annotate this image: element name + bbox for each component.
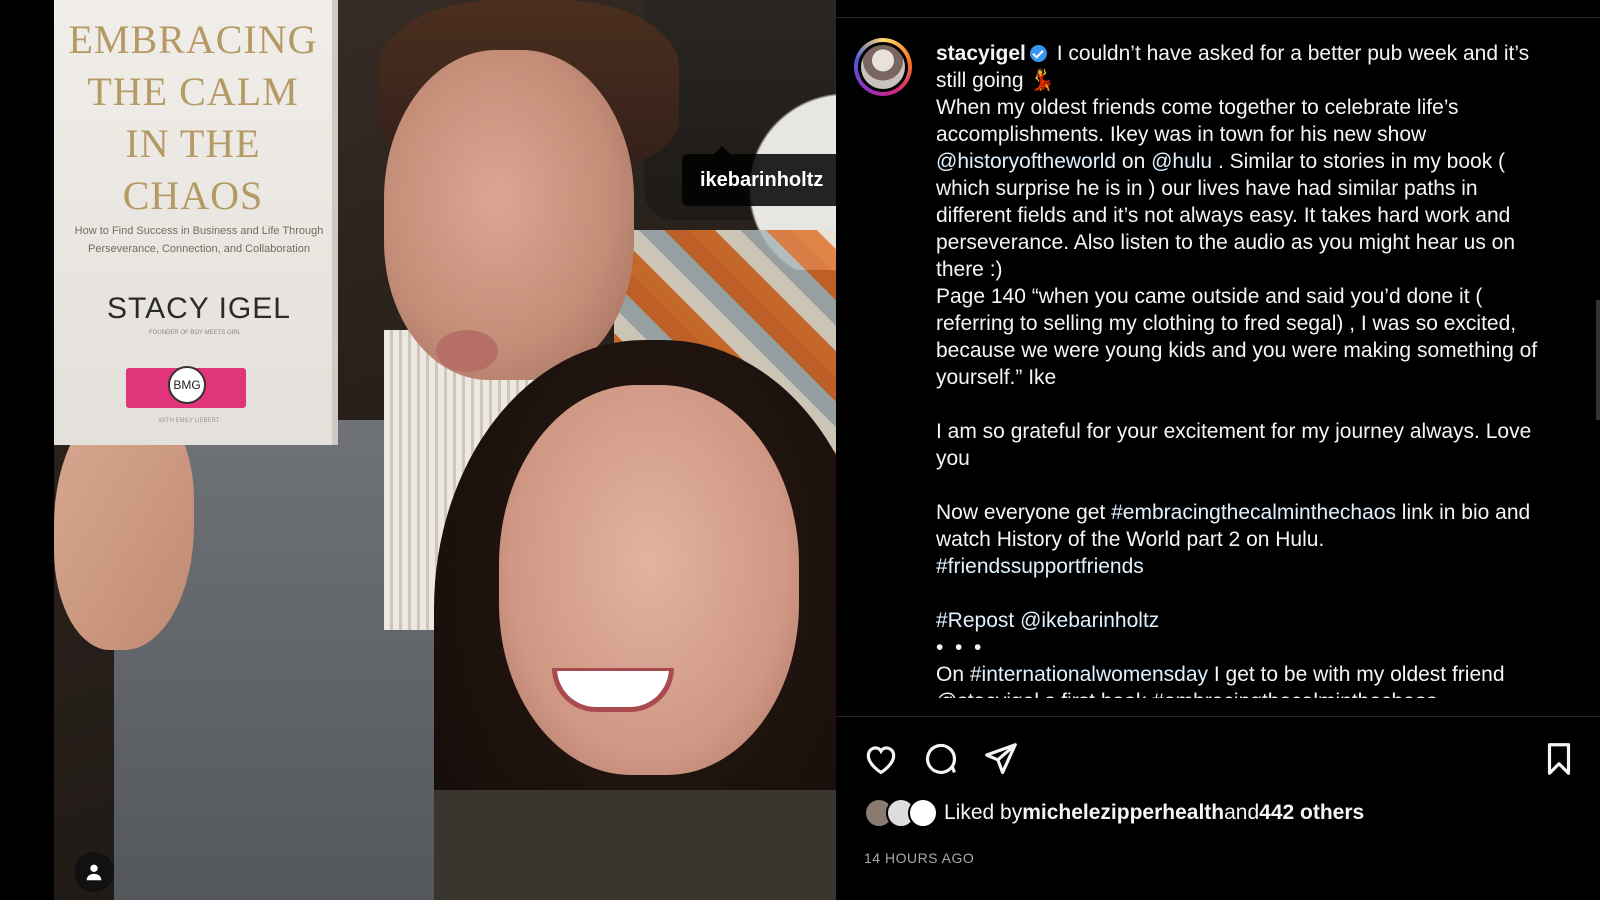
liker-username[interactable]: michelezipperhealth xyxy=(1022,801,1224,825)
caption-text: on xyxy=(1116,150,1152,173)
caption-text: I am so grateful for your excitement for… xyxy=(936,420,1538,470)
likes-others-link[interactable]: 442 others xyxy=(1259,801,1364,825)
heart-icon xyxy=(866,746,896,775)
hashtag-link[interactable]: #Repost xyxy=(936,609,1014,632)
user-tag-button[interactable] xyxy=(74,852,114,892)
caption-text: On xyxy=(936,663,970,686)
mention-link[interactable]: @hulu xyxy=(1151,150,1212,173)
woman-face xyxy=(499,385,799,775)
hashtag-link[interactable]: #embracingthecalminthechaos xyxy=(1111,501,1396,524)
woman-top xyxy=(434,790,836,900)
like-button[interactable] xyxy=(862,740,902,780)
mention-link[interactable]: @historyoftheworld xyxy=(936,150,1116,173)
mention-link[interactable]: @ikebarinholtz xyxy=(1020,609,1159,632)
caption-dots: • • • xyxy=(936,636,982,659)
actions-divider xyxy=(836,716,1600,717)
caption-text: Now everyone get xyxy=(936,501,1112,524)
post-side-panel: stacyigel I couldn’t have asked for a be… xyxy=(836,0,1600,900)
save-button[interactable] xyxy=(1540,740,1580,780)
caption-scroll-area[interactable]: stacyigel I couldn’t have asked for a be… xyxy=(936,40,1556,698)
post-caption: stacyigel I couldn’t have asked for a be… xyxy=(936,40,1556,698)
bookmark-icon xyxy=(1547,743,1571,775)
user-tag-icon xyxy=(86,864,102,881)
book-author-tag: FOUNDER OF BOY MEETS GIRL xyxy=(149,330,241,336)
caption-gap xyxy=(936,391,1556,418)
hashtag-link[interactable]: #friendssupportfriends xyxy=(936,555,1144,578)
caption-text: @stacyigel s first book #embracingthecal… xyxy=(936,688,1556,698)
post-timestamp[interactable]: 14 HOURS AGO xyxy=(864,850,974,866)
likes-prefix: Liked by xyxy=(944,801,1023,824)
book-spool-badge: BMG xyxy=(168,366,206,404)
caption-gap xyxy=(936,472,1556,499)
man-lips xyxy=(436,330,498,372)
post-actions-bar xyxy=(862,740,1582,780)
dancer-emoji: 💃 xyxy=(1029,69,1056,92)
verified-badge-icon xyxy=(1029,45,1047,62)
likes-summary: Liked by michelezipperhealth and 442 oth… xyxy=(864,798,1364,828)
post-photo[interactable]: EMBRACING THE CALM IN THE CHAOS How to F… xyxy=(54,0,836,900)
hashtag-link[interactable]: #internationalwomensday xyxy=(970,663,1208,686)
caption-text: When my oldest friends come together to … xyxy=(936,96,1465,146)
caption-text: I get to be with my oldest friend xyxy=(1208,663,1505,686)
author-username[interactable]: stacyigel xyxy=(936,42,1026,65)
man-face xyxy=(384,50,634,380)
book-subtitle: How to Find Success in Business and Life… xyxy=(74,225,324,255)
book-title: EMBRACING THE CALM IN THE CHAOS xyxy=(68,17,318,218)
caption-gap xyxy=(936,580,1556,607)
page-scrollbar[interactable] xyxy=(1596,300,1600,420)
photo-user-tag[interactable]: ikebarinholtz xyxy=(682,146,836,206)
avatar-ring-gap xyxy=(858,42,908,92)
share-icon xyxy=(985,743,1017,775)
book-cover: EMBRACING THE CALM IN THE CHAOS How to F… xyxy=(54,0,338,445)
comment-button[interactable] xyxy=(922,740,962,780)
liker-avatar[interactable] xyxy=(908,798,938,828)
liker-avatars xyxy=(864,798,938,828)
book-footer: WITH EMILY LIEBERT xyxy=(158,418,220,424)
caption-quote: Page 140 “when you came outside and said… xyxy=(936,285,1544,389)
comment-icon xyxy=(925,743,957,774)
share-button[interactable] xyxy=(982,740,1022,780)
author-avatar[interactable] xyxy=(854,38,912,96)
avatar-image xyxy=(861,45,905,89)
book-author: STACY IGEL xyxy=(107,292,291,325)
top-divider xyxy=(836,17,1600,18)
likes-middle: and xyxy=(1224,801,1260,824)
